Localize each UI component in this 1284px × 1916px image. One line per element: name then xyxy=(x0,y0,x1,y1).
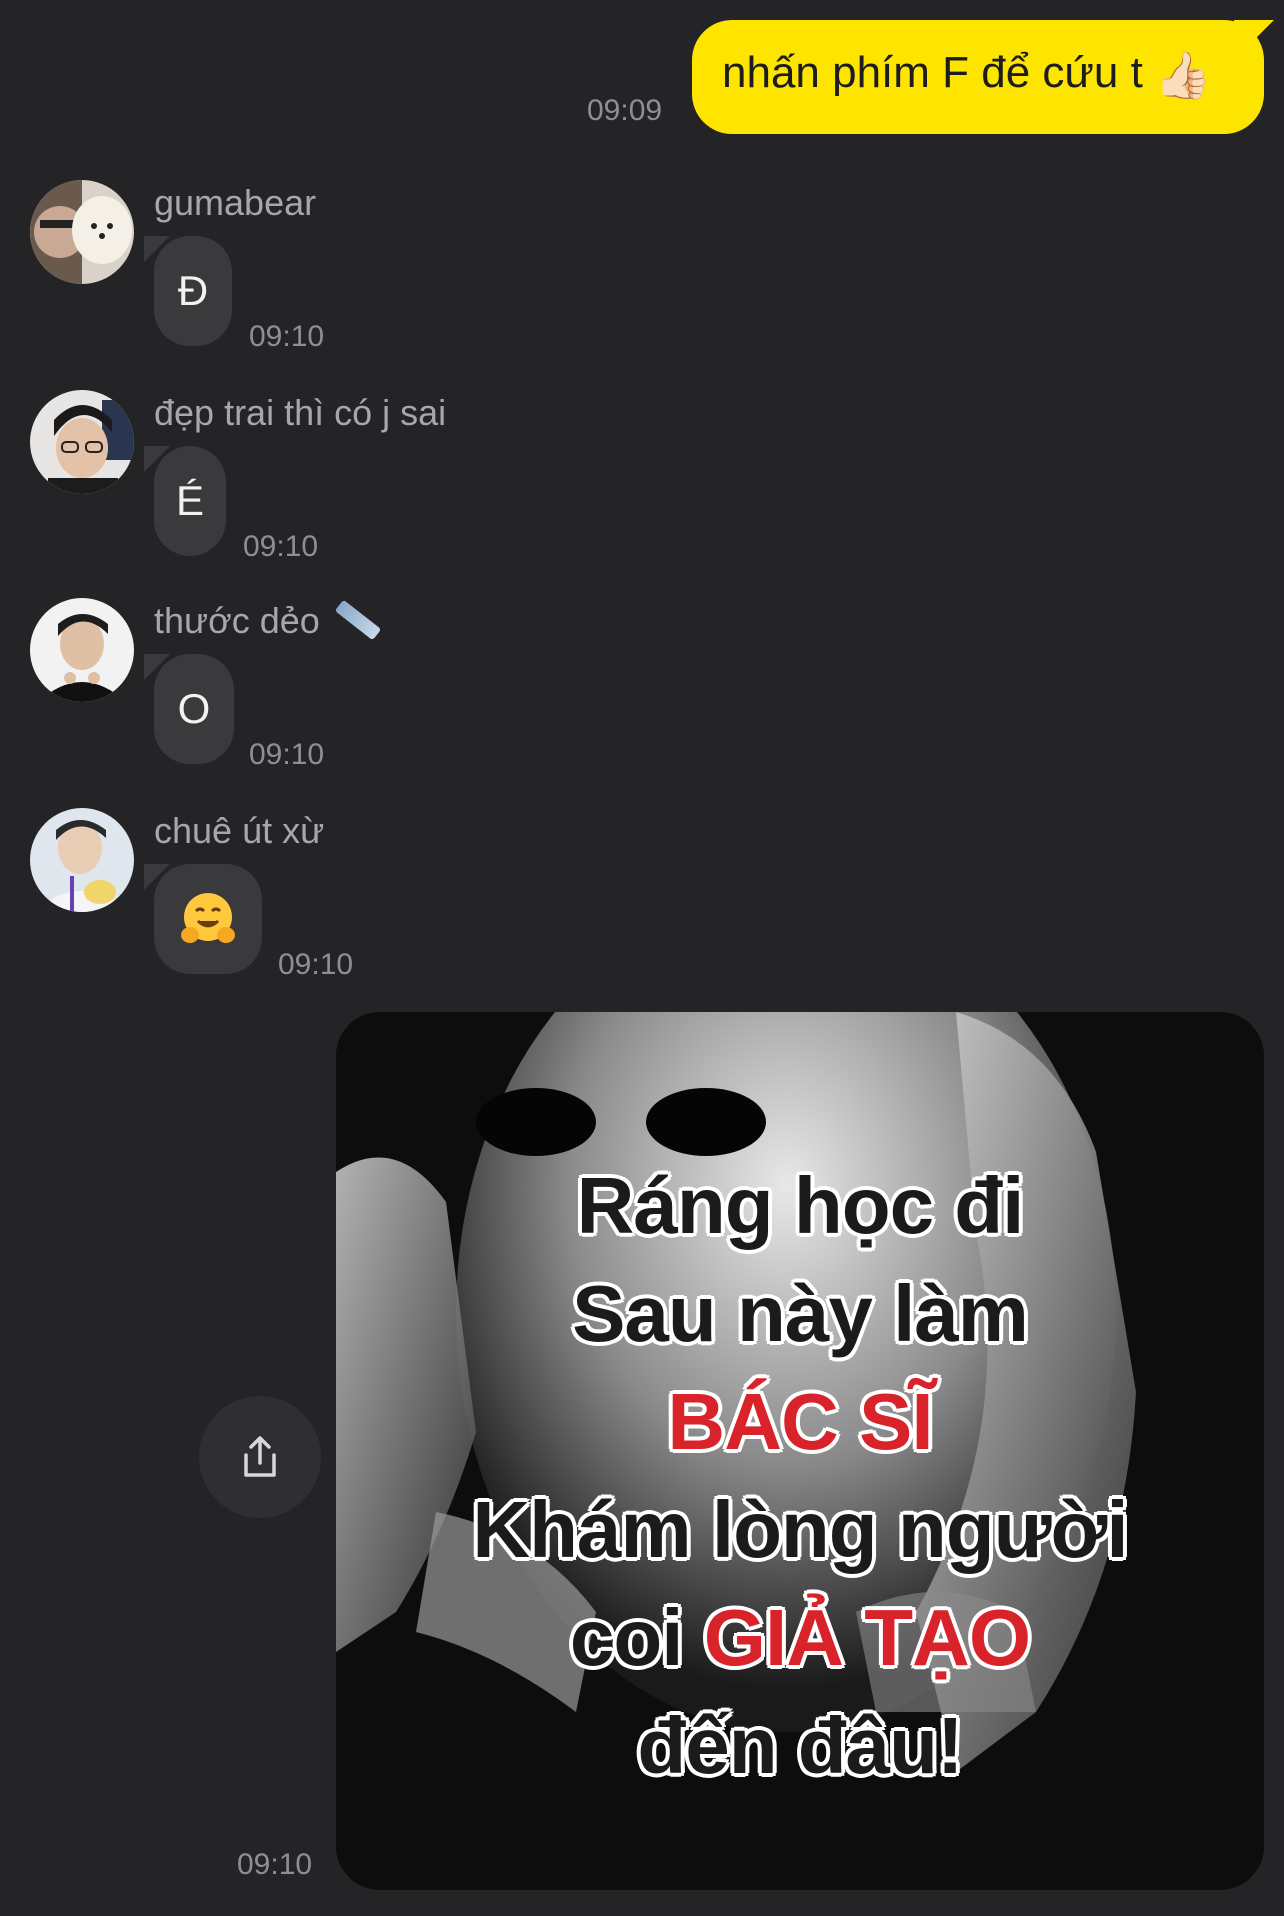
avatar-image xyxy=(30,180,134,284)
avatar-dep-trai[interactable] xyxy=(30,390,134,494)
sender-name: đẹp trai thì có j sai xyxy=(154,392,447,433)
incoming-message-text: O xyxy=(177,685,211,732)
caption-line-2: Sau này làm xyxy=(572,1269,1029,1358)
avatar-image xyxy=(30,390,134,494)
image-message-time: 09:10 xyxy=(237,1848,313,1881)
sender-name: thước dẻo xyxy=(154,599,382,642)
caption-line-4: Khám lòng người xyxy=(472,1485,1128,1574)
avatar-chue-ut-xu[interactable] xyxy=(30,808,134,912)
incoming-message-text: É xyxy=(175,477,204,524)
incoming-message-time: 09:10 xyxy=(249,738,325,771)
image-caption: Ráng học đi Sau này làm BÁC SĨ Khám lòng… xyxy=(336,1152,1264,1800)
share-button[interactable] xyxy=(199,1396,321,1518)
incoming-message-time: 09:10 xyxy=(278,948,354,981)
share-icon xyxy=(244,1436,276,1477)
outgoing-message-label: nhấn phím F để cứu t xyxy=(722,48,1143,97)
avatar-thuoc-deo[interactable] xyxy=(30,598,134,702)
avatar-image xyxy=(30,598,134,702)
incoming-message-bubble[interactable]: O xyxy=(154,654,234,764)
outgoing-message-text: nhấn phím F để cứu t 👍🏻 xyxy=(722,48,1212,103)
caption-line-6: đến đâu! xyxy=(637,1701,963,1790)
sender-name: gumabear xyxy=(154,182,317,223)
avatar-image xyxy=(30,808,134,912)
incoming-message-text: Đ xyxy=(177,267,209,314)
incoming-message-time: 09:10 xyxy=(243,530,319,563)
caption-line-5: coi GIẢ TẠO xyxy=(336,1584,1264,1692)
sender-name: chuê út xừ xyxy=(154,810,325,851)
hugging-face-emoji xyxy=(181,893,235,943)
incoming-message-bubble[interactable] xyxy=(154,864,262,974)
incoming-message-bubble[interactable]: É xyxy=(154,446,226,556)
caption-line-5-plain: coi xyxy=(569,1593,704,1682)
incoming-message-bubble[interactable]: Đ xyxy=(154,236,232,346)
sender-name-label: thước dẻo xyxy=(154,600,320,641)
outgoing-message-time: 09:09 xyxy=(587,94,663,127)
image-message[interactable]: Ráng học đi Sau này làm BÁC SĨ Khám lòng… xyxy=(336,1012,1264,1890)
ruler-emoji xyxy=(334,599,382,641)
incoming-message-time: 09:10 xyxy=(249,320,325,353)
caption-line-3: BÁC SĨ xyxy=(667,1377,933,1466)
caption-line-5-red: GIẢ TẠO xyxy=(703,1593,1031,1682)
caption-line-1: Ráng học đi xyxy=(576,1161,1025,1250)
avatar-gumabear[interactable] xyxy=(30,180,134,284)
chat-view: nhấn phím F để cứu t 👍🏻 09:09 gumabear Đ … xyxy=(0,0,1284,1916)
thumbs-up-emoji: 👍🏻 xyxy=(1154,49,1213,101)
